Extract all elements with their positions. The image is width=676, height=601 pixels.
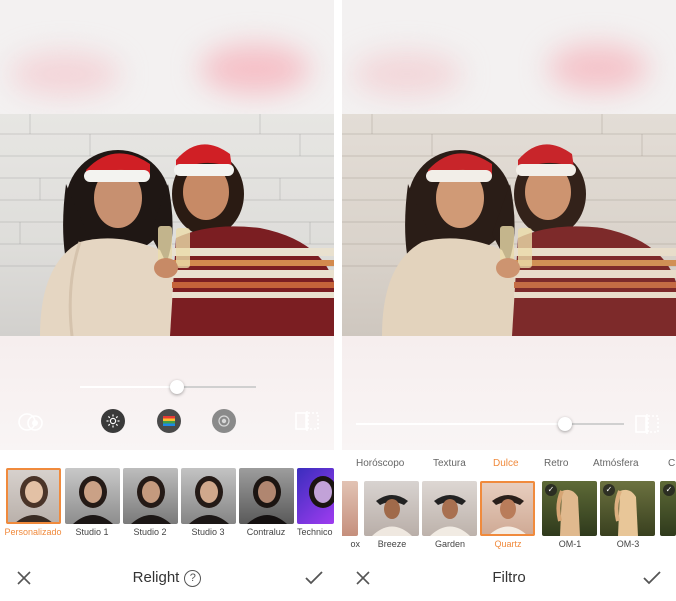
preset-label: Technico — [297, 527, 333, 537]
filter-thumb[interactable]: ✓ — [600, 481, 655, 536]
brightness-icon[interactable] — [101, 409, 125, 433]
filter-slider-fill — [356, 423, 565, 425]
preset-thumb[interactable] — [297, 468, 334, 524]
screen-title: Filtro — [342, 569, 676, 586]
help-icon[interactable]: ? — [184, 570, 202, 587]
filter-label: Breeze — [377, 539, 407, 549]
preset-thumb[interactable] — [181, 468, 236, 524]
category-tab[interactable]: Dulce — [493, 458, 519, 469]
category-tab[interactable]: C — [668, 458, 675, 469]
filter-label: Garden — [434, 539, 466, 549]
photo-canvas[interactable] — [0, 114, 334, 336]
relight-presets: Personalizado Studio 1 Studio 2 Studio 3… — [0, 468, 334, 540]
preset-thumb[interactable] — [65, 468, 120, 524]
filter-thumb[interactable] — [342, 481, 358, 536]
filter-thumb[interactable] — [364, 481, 419, 536]
filter-label: Quartz — [494, 539, 522, 549]
preset-label: Studio 2 — [133, 527, 167, 537]
filter-label: OM-1 — [558, 539, 582, 549]
blur-blob — [352, 52, 462, 96]
top-background — [0, 0, 334, 114]
preset-thumb[interactable] — [6, 468, 61, 524]
blur-blob — [10, 52, 120, 96]
downloaded-check-icon: ✓ — [663, 484, 675, 496]
check-icon[interactable] — [302, 566, 326, 590]
category-tab[interactable]: Textura — [433, 458, 466, 469]
downloaded-check-icon: ✓ — [603, 484, 615, 496]
preset-thumb[interactable] — [239, 468, 294, 524]
filter-thumb[interactable] — [480, 481, 535, 536]
title-text: Relight — [132, 569, 180, 586]
intensity-slider-knob[interactable] — [170, 380, 184, 394]
photo-image — [342, 114, 676, 336]
bottom-toolbar: Relight? — [0, 556, 334, 601]
under-background — [342, 336, 676, 450]
filter-thumb[interactable] — [422, 481, 477, 536]
category-tab[interactable]: Atmósfera — [593, 458, 639, 469]
blur-blob — [200, 44, 310, 94]
blur-blob — [548, 44, 648, 92]
shadow-icon[interactable] — [212, 409, 236, 433]
filter-screen: Horóscopo Textura Dulce Retro Atmósfera … — [342, 0, 676, 601]
photo-image — [0, 114, 334, 336]
compare-icon[interactable] — [294, 410, 320, 432]
color-icon[interactable] — [157, 409, 181, 433]
filter-thumb[interactable]: ✓ — [542, 481, 597, 536]
filter-label: ox — [350, 539, 360, 549]
top-background — [342, 0, 676, 114]
category-tab[interactable]: Horóscopo — [356, 458, 404, 469]
filter-thumbs: ✓ ✓ ✓ ox Breeze Garden Quartz OM-1 OM-3 — [342, 481, 676, 551]
preset-label: Studio 1 — [75, 527, 109, 537]
screen-title: Relight? — [0, 569, 334, 587]
category-tab[interactable]: Retro — [544, 458, 568, 469]
preset-thumb[interactable] — [123, 468, 178, 524]
filter-slider-knob[interactable] — [558, 417, 572, 431]
title-text: Filtro — [492, 569, 526, 586]
filter-label: OM-3 — [616, 539, 640, 549]
filter-categories: Horóscopo Textura Dulce Retro Atmósfera … — [342, 458, 676, 474]
check-icon[interactable] — [640, 566, 664, 590]
preset-label: Personalizado — [4, 527, 62, 537]
preset-label: Contraluz — [246, 527, 286, 537]
filter-thumb[interactable]: ✓ — [660, 481, 676, 536]
intensity-slider-fill — [80, 386, 177, 388]
face-select-icon[interactable] — [16, 410, 46, 434]
relight-screen: Personalizado Studio 1 Studio 2 Studio 3… — [0, 0, 334, 601]
downloaded-check-icon: ✓ — [545, 484, 557, 496]
preset-label: Studio 3 — [191, 527, 225, 537]
photo-canvas[interactable] — [342, 114, 676, 336]
compare-icon[interactable] — [634, 413, 660, 435]
bottom-toolbar: Filtro — [342, 556, 676, 601]
